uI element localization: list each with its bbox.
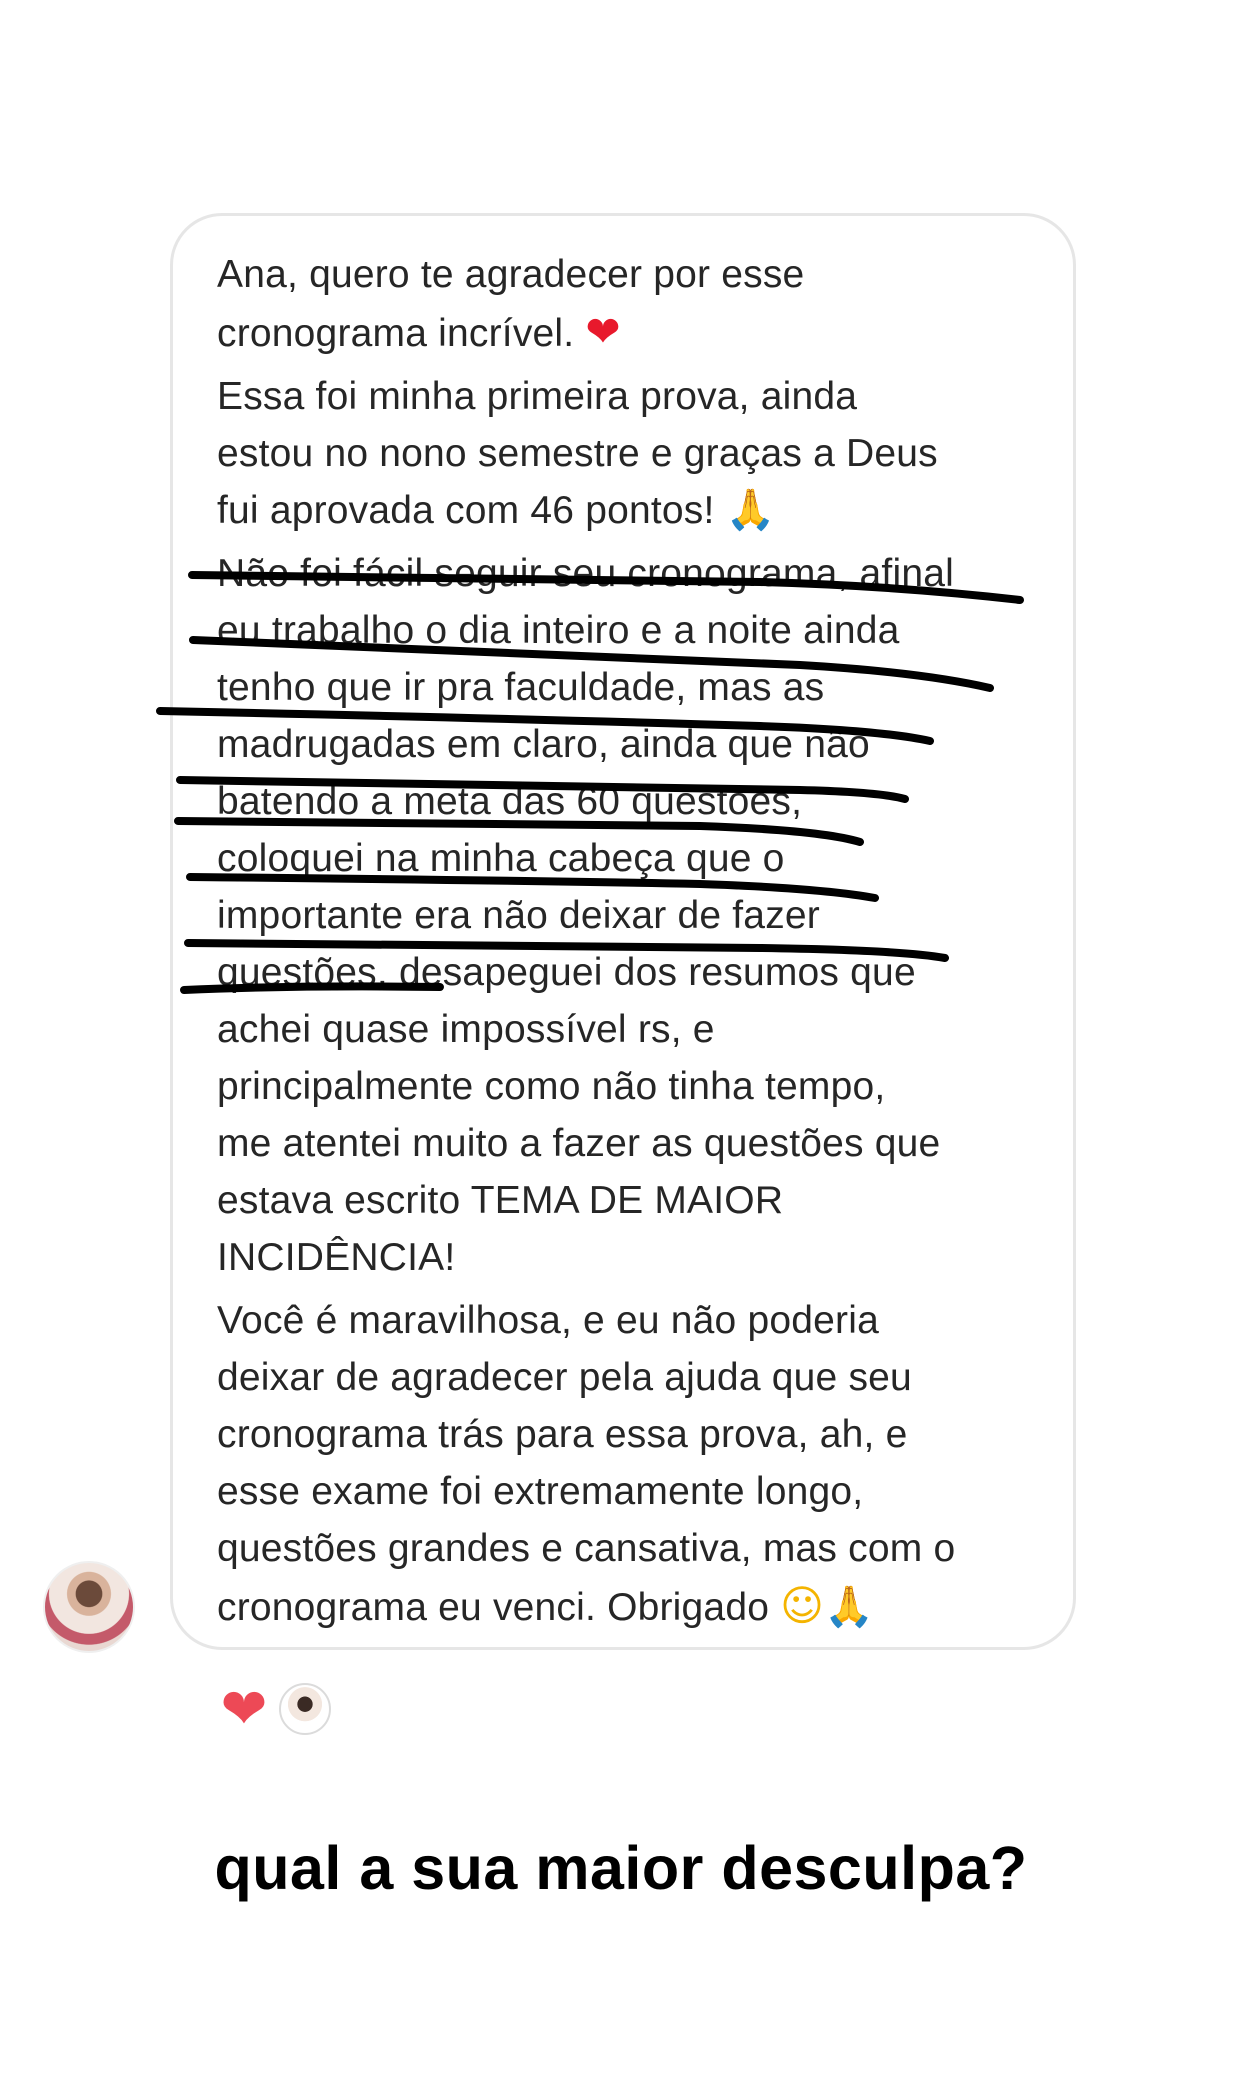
message-paragraph-2: Essa foi minha primeira prova, ainda est… (217, 375, 938, 533)
message-paragraph-4: Você é maravilhosa, e eu não poderia dei… (217, 1299, 956, 1630)
message-reactions[interactable]: ❤ (215, 1680, 331, 1738)
praying-hands-emoji-icon: 🙏 (725, 487, 776, 533)
story-question-text: qual a sua maior desculpa? (214, 1834, 1028, 1902)
smiling-face-emoji-icon: ☺ (780, 1581, 825, 1630)
heart-reaction-icon[interactable]: ❤ (215, 1680, 273, 1738)
heart-emoji-icon: ❤ (585, 307, 621, 356)
message-bubble[interactable]: Ana, quero te agradecer por esse cronogr… (170, 213, 1076, 1650)
message-paragraph-1: Ana, quero te agradecer por esse cronogr… (217, 253, 805, 356)
message-text: Ana, quero te agradecer por esse cronogr… (217, 246, 1047, 1642)
reactor-avatar[interactable] (279, 1683, 331, 1735)
message-paragraph-3: Não foi fácil seguir seu cronograma, afi… (217, 552, 954, 1279)
sender-avatar[interactable] (43, 1561, 135, 1653)
praying-hands-emoji-icon: 🙏 (824, 1584, 875, 1630)
